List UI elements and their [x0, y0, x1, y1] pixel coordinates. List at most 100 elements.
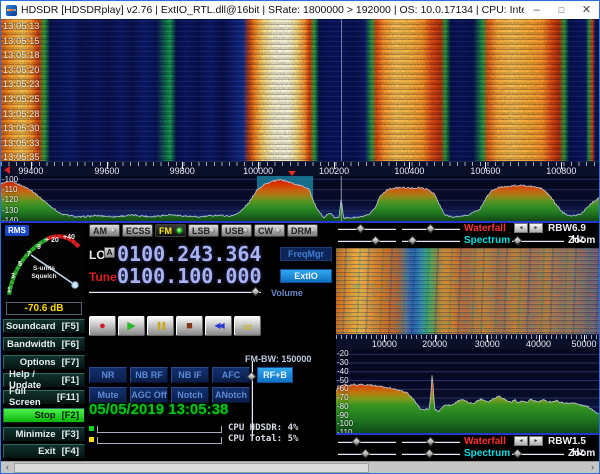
rf-spectrum-plot [1, 176, 599, 223]
maximize-button[interactable]: □ [549, 1, 574, 19]
rf-b-button[interactable]: RF+B [257, 367, 293, 383]
button-fkey: [F5] [62, 321, 79, 332]
spectrum-gain-slider[interactable] [338, 236, 396, 246]
pause-button[interactable]: ❚❚ [147, 316, 174, 336]
dsp-button-afc[interactable]: AFC [212, 367, 250, 383]
center-panel: AMECSSFMLSBUSBCWDRM LO A 0100.243.364 Fr… [87, 223, 336, 461]
audio-spectrum-plot [336, 349, 599, 435]
slider-thumb-icon[interactable] [426, 437, 436, 447]
record-button[interactable]: ● [89, 316, 116, 336]
button-label: Exit [38, 446, 55, 457]
rms-badge: RMS [5, 225, 29, 236]
dsp-button-nr[interactable]: NR [89, 367, 127, 383]
waterfall-timestamp: 13:05:35 [3, 152, 40, 161]
waterfall-contrast-slider[interactable] [402, 437, 460, 447]
slider-thumb-icon[interactable] [513, 449, 523, 459]
slider-thumb-icon[interactable] [426, 224, 436, 234]
mode-button-fm[interactable]: FM [155, 224, 186, 237]
audio-spectrum-display[interactable]: -20-30-40-50-60-70-80-90-100-110 [336, 349, 599, 435]
mode-button-ecss[interactable]: ECSS [122, 224, 153, 237]
mode-label: ECSS [126, 226, 151, 236]
spin-right-icon[interactable]: ► [529, 436, 543, 446]
left-button-bandwidth[interactable]: Bandwidth[F6] [3, 337, 85, 351]
waterfall-timestamp: 13:05:18 [3, 50, 40, 60]
waterfall-brightness-slider[interactable] [338, 224, 396, 234]
button-fkey: [F6] [62, 339, 79, 350]
spin-left-icon[interactable]: ◄ [514, 436, 528, 446]
tune-frequency-digits[interactable]: 0100.100.000 [117, 265, 267, 287]
scroll-left-icon[interactable]: ‹ [1, 462, 14, 474]
loop-button[interactable]: ∞ [234, 316, 261, 336]
slider-thumb-icon[interactable] [425, 449, 435, 459]
scroll-right-icon[interactable]: › [586, 462, 599, 474]
waterfall-contrast-slider[interactable] [402, 224, 460, 234]
slider-thumb-icon[interactable] [513, 236, 523, 246]
waterfall-brightness-slider[interactable] [338, 437, 396, 447]
waterfall-noise-texture [1, 19, 599, 161]
rf-spectrum-display[interactable]: -100-110-120-130-140 [1, 176, 599, 223]
spin-left-icon[interactable]: ◄ [514, 223, 528, 233]
signal-level-readout: -70.6 dB [6, 302, 82, 315]
lo-a-button[interactable]: A [104, 247, 115, 258]
minimize-button[interactable]: – [524, 1, 549, 19]
volume-slider[interactable] [89, 287, 261, 297]
mode-button-am[interactable]: AM [89, 224, 120, 237]
left-panel: RMS 13579+ 20+40 S-units Squelch -70.6 d… [1, 223, 87, 461]
scrollbar-thumb[interactable] [14, 463, 369, 473]
rf-waterfall-display[interactable]: 13:05:1313:05:1513:05:1813:05:2013:05:23… [1, 19, 599, 161]
spectrum-range-slider[interactable] [402, 449, 460, 459]
spin-right-icon[interactable]: ► [529, 223, 543, 233]
freqmgr-button[interactable]: FreqMgr [280, 247, 332, 261]
tick-label: 99600 [94, 166, 119, 176]
close-button[interactable]: ✕ [574, 1, 599, 19]
tick-label: 100600 [470, 166, 500, 176]
slider-groove [338, 240, 396, 242]
button-fkey: [F4] [62, 446, 79, 457]
mode-button-cw[interactable]: CW [254, 224, 285, 237]
tick-label: 99400 [18, 166, 43, 176]
slider-thumb-icon[interactable] [371, 236, 381, 246]
tick-label: 100200 [319, 166, 349, 176]
cpu-meter-text: CPU HDSDR: 4% [228, 424, 298, 433]
slider-thumb-icon[interactable] [361, 449, 371, 459]
s-meter[interactable]: RMS 13579+ 20+40 S-units Squelch [3, 223, 85, 299]
left-button-stop[interactable]: Stop[F2] [3, 408, 85, 423]
waterfall-timestamp: 13:05:25 [3, 94, 40, 104]
button-fkey: [F11] [57, 392, 79, 403]
waterfall-timestamp: 13:05:33 [3, 138, 40, 148]
spectrum-range-slider[interactable] [402, 236, 460, 246]
extio-button[interactable]: ExtIO [280, 269, 332, 283]
dsp-button-nb-if[interactable]: NB IF [171, 367, 209, 383]
audio-waterfall-display[interactable] [336, 248, 599, 334]
slider-thumb-icon[interactable] [356, 224, 366, 234]
tick-label: 99800 [170, 166, 195, 176]
play-icon: ▶ [127, 321, 135, 332]
horizontal-scrollbar[interactable]: ‹ › [1, 461, 599, 473]
left-button-soundcard[interactable]: Soundcard[F5] [3, 319, 85, 333]
slider-thumb-icon[interactable] [352, 437, 362, 447]
zoom-slider[interactable] [512, 236, 564, 246]
rf-frequency-scale[interactable]: 9940099600998001000001002001004001006001… [1, 161, 599, 176]
slider-groove [338, 441, 396, 443]
lo-frequency-digits[interactable]: 0100.243.364 [117, 243, 267, 265]
audio-frequency-scale[interactable]: 1000020000300004000050000 [336, 334, 599, 349]
left-button-help-update[interactable]: Help / Update[F1] [3, 373, 85, 387]
cpu-indicator-icon [89, 426, 94, 431]
spectrum-gain-slider[interactable] [338, 449, 396, 459]
mode-button-drm[interactable]: DRM [287, 224, 318, 237]
left-button-options[interactable]: Options[F7] [3, 355, 85, 369]
rewind-button[interactable]: ◀◀ [205, 316, 232, 336]
loop-icon: ∞ [243, 320, 252, 333]
hdsdr-window: HDSDR [HDSDRplay] v2.76 | ExtIO_RTL.dll@… [0, 0, 600, 474]
stop-button[interactable]: ■ [176, 316, 203, 336]
zoom-slider[interactable] [512, 449, 564, 459]
left-button-full-screen[interactable]: Full Screen[F11] [3, 390, 85, 404]
left-button-minimize[interactable]: Minimize[F3] [3, 427, 85, 441]
mode-button-lsb[interactable]: LSB [188, 224, 219, 237]
mode-button-usb[interactable]: USB [221, 224, 252, 237]
slider-thumb-icon[interactable] [408, 236, 418, 246]
play-button[interactable]: ▶ [118, 316, 145, 336]
dsp-button-nb-rf[interactable]: NB RF [130, 367, 168, 383]
tick-label: 20000 [422, 339, 447, 349]
left-button-exit[interactable]: Exit [F4] [3, 444, 85, 458]
